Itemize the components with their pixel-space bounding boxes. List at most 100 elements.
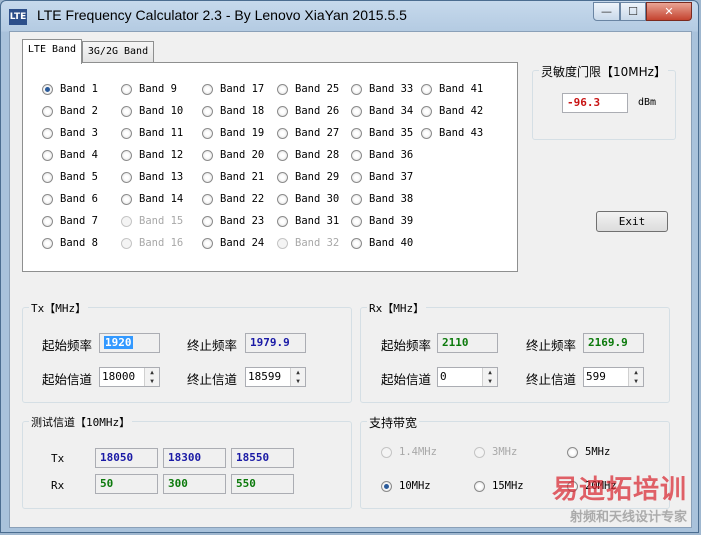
tab-3g2g-band[interactable]: 3G/2G Band bbox=[82, 41, 154, 62]
band-radio-band-39[interactable]: Band 39 bbox=[351, 215, 425, 229]
band-radio-band-29[interactable]: Band 29 bbox=[277, 171, 351, 185]
tab-lte-band[interactable]: LTE Band bbox=[22, 39, 82, 64]
radio-circle[interactable] bbox=[277, 172, 288, 183]
spin-down-icon[interactable]: ▼ bbox=[483, 377, 497, 386]
band-radio-band-41[interactable]: Band 41 bbox=[421, 83, 495, 97]
radio-circle[interactable] bbox=[474, 481, 485, 492]
radio-circle[interactable] bbox=[421, 128, 432, 139]
title-bar[interactable]: LTE LTE Frequency Calculator 2.3 - By Le… bbox=[1, 1, 698, 31]
bandwidth-radio-10mhz[interactable]: 10MHz bbox=[381, 480, 455, 494]
spin-down-icon[interactable]: ▼ bbox=[629, 377, 643, 386]
radio-circle[interactable] bbox=[381, 481, 392, 492]
spin-down-icon[interactable]: ▼ bbox=[291, 377, 305, 386]
band-radio-band-24[interactable]: Band 24 bbox=[202, 237, 276, 251]
radio-circle[interactable] bbox=[351, 238, 362, 249]
radio-circle[interactable] bbox=[351, 194, 362, 205]
rx-end-ch-arrows[interactable]: ▲ ▼ bbox=[628, 368, 643, 386]
radio-circle[interactable] bbox=[474, 447, 485, 458]
close-button[interactable]: ✕ bbox=[646, 2, 692, 21]
band-radio-band-10[interactable]: Band 10 bbox=[121, 105, 195, 119]
band-radio-band-4[interactable]: Band 4 bbox=[42, 149, 116, 163]
radio-circle[interactable] bbox=[421, 106, 432, 117]
radio-circle[interactable] bbox=[121, 84, 132, 95]
band-radio-band-31[interactable]: Band 31 bbox=[277, 215, 351, 229]
radio-circle[interactable] bbox=[42, 150, 53, 161]
radio-circle[interactable] bbox=[121, 238, 132, 249]
band-radio-band-18[interactable]: Band 18 bbox=[202, 105, 276, 119]
radio-circle[interactable] bbox=[421, 84, 432, 95]
band-radio-band-6[interactable]: Band 6 bbox=[42, 193, 116, 207]
radio-circle[interactable] bbox=[381, 447, 392, 458]
exit-button[interactable]: Exit bbox=[596, 211, 668, 232]
radio-circle[interactable] bbox=[121, 216, 132, 227]
band-radio-band-23[interactable]: Band 23 bbox=[202, 215, 276, 229]
spin-down-icon[interactable]: ▼ bbox=[145, 377, 159, 386]
band-radio-band-3[interactable]: Band 3 bbox=[42, 127, 116, 141]
band-radio-band-13[interactable]: Band 13 bbox=[121, 171, 195, 185]
radio-circle[interactable] bbox=[351, 128, 362, 139]
bandwidth-radio-5mhz[interactable]: 5MHz bbox=[567, 446, 641, 460]
band-radio-band-5[interactable]: Band 5 bbox=[42, 171, 116, 185]
band-radio-band-11[interactable]: Band 11 bbox=[121, 127, 195, 141]
band-radio-band-22[interactable]: Band 22 bbox=[202, 193, 276, 207]
band-radio-band-9[interactable]: Band 9 bbox=[121, 83, 195, 97]
radio-circle[interactable] bbox=[277, 238, 288, 249]
band-radio-band-19[interactable]: Band 19 bbox=[202, 127, 276, 141]
minimize-button[interactable]: — bbox=[593, 2, 620, 21]
radio-circle[interactable] bbox=[202, 84, 213, 95]
radio-circle[interactable] bbox=[121, 150, 132, 161]
band-radio-band-34[interactable]: Band 34 bbox=[351, 105, 425, 119]
band-radio-band-26[interactable]: Band 26 bbox=[277, 105, 351, 119]
tx-start-freq-field[interactable]: 1920 bbox=[99, 333, 160, 353]
radio-circle[interactable] bbox=[202, 194, 213, 205]
band-radio-band-27[interactable]: Band 27 bbox=[277, 127, 351, 141]
radio-circle[interactable] bbox=[42, 216, 53, 227]
radio-circle[interactable] bbox=[202, 106, 213, 117]
radio-circle[interactable] bbox=[42, 128, 53, 139]
radio-circle[interactable] bbox=[351, 172, 362, 183]
radio-circle[interactable] bbox=[351, 150, 362, 161]
band-radio-band-37[interactable]: Band 37 bbox=[351, 171, 425, 185]
tx-start-ch-arrows[interactable]: ▲ ▼ bbox=[144, 368, 159, 386]
rx-start-ch-arrows[interactable]: ▲ ▼ bbox=[482, 368, 497, 386]
spin-up-icon[interactable]: ▲ bbox=[145, 368, 159, 377]
band-radio-band-40[interactable]: Band 40 bbox=[351, 237, 425, 251]
radio-circle[interactable] bbox=[567, 447, 578, 458]
radio-circle[interactable] bbox=[42, 172, 53, 183]
radio-circle[interactable] bbox=[202, 128, 213, 139]
band-radio-band-12[interactable]: Band 12 bbox=[121, 149, 195, 163]
bandwidth-radio-15mhz[interactable]: 15MHz bbox=[474, 480, 548, 494]
radio-circle[interactable] bbox=[277, 194, 288, 205]
radio-circle[interactable] bbox=[42, 194, 53, 205]
radio-circle[interactable] bbox=[277, 150, 288, 161]
band-radio-band-25[interactable]: Band 25 bbox=[277, 83, 351, 97]
rx-start-ch-spinner[interactable]: 0 ▲ ▼ bbox=[437, 367, 498, 387]
band-radio-band-14[interactable]: Band 14 bbox=[121, 193, 195, 207]
band-radio-band-43[interactable]: Band 43 bbox=[421, 127, 495, 141]
band-radio-band-42[interactable]: Band 42 bbox=[421, 105, 495, 119]
band-radio-band-28[interactable]: Band 28 bbox=[277, 149, 351, 163]
radio-circle[interactable] bbox=[351, 106, 362, 117]
band-radio-band-21[interactable]: Band 21 bbox=[202, 171, 276, 185]
band-radio-band-2[interactable]: Band 2 bbox=[42, 105, 116, 119]
radio-circle[interactable] bbox=[277, 84, 288, 95]
radio-circle[interactable] bbox=[121, 128, 132, 139]
radio-circle[interactable] bbox=[202, 150, 213, 161]
band-radio-band-36[interactable]: Band 36 bbox=[351, 149, 425, 163]
radio-circle[interactable] bbox=[202, 216, 213, 227]
tx-end-ch-spinner[interactable]: 18599 ▲ ▼ bbox=[245, 367, 306, 387]
radio-circle[interactable] bbox=[277, 216, 288, 227]
radio-circle[interactable] bbox=[121, 194, 132, 205]
radio-circle[interactable] bbox=[202, 172, 213, 183]
tx-start-ch-spinner[interactable]: 18000 ▲ ▼ bbox=[99, 367, 160, 387]
band-radio-band-38[interactable]: Band 38 bbox=[351, 193, 425, 207]
band-radio-band-30[interactable]: Band 30 bbox=[277, 193, 351, 207]
band-radio-band-17[interactable]: Band 17 bbox=[202, 83, 276, 97]
maximize-button[interactable]: ☐ bbox=[620, 2, 646, 21]
radio-circle[interactable] bbox=[277, 106, 288, 117]
band-radio-band-8[interactable]: Band 8 bbox=[42, 237, 116, 251]
band-radio-band-1[interactable]: Band 1 bbox=[42, 83, 116, 97]
radio-circle[interactable] bbox=[202, 238, 213, 249]
spin-up-icon[interactable]: ▲ bbox=[629, 368, 643, 377]
spin-up-icon[interactable]: ▲ bbox=[483, 368, 497, 377]
